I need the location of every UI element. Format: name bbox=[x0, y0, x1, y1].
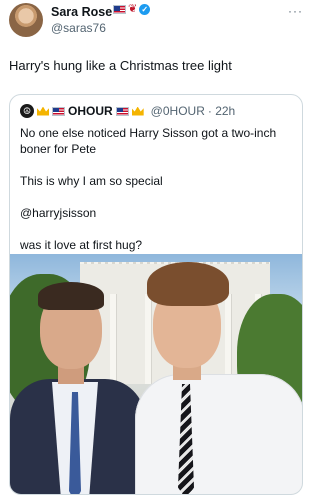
person-left-hair bbox=[38, 282, 104, 310]
quoted-mention-link[interactable]: @harryjsisson bbox=[20, 205, 276, 221]
rose-icon: ❦ bbox=[128, 3, 138, 15]
quoted-line: boner for Pete bbox=[20, 142, 97, 156]
quoted-author-name[interactable]: OHOUR bbox=[68, 104, 113, 118]
author-handle[interactable]: @saras76 bbox=[51, 21, 106, 35]
column bbox=[110, 294, 116, 384]
tweet-card[interactable]: Sara Rose ❦ ✓ @saras76 ··· Harry's hung … bbox=[0, 0, 313, 500]
author-avatar[interactable] bbox=[9, 3, 43, 37]
quoted-tweet[interactable]: ☮ OHOUR @0HOUR · 22h No one else noticed… bbox=[9, 94, 303, 495]
person-right-hair bbox=[147, 262, 229, 306]
person-right-shirt bbox=[135, 374, 302, 494]
quoted-photo[interactable] bbox=[10, 254, 302, 494]
quoted-tweet-header: ☮ OHOUR @0HOUR · 22h bbox=[20, 104, 235, 118]
us-flag-icon bbox=[115, 106, 129, 116]
tweet-text: Harry's hung like a Christmas tree light bbox=[9, 58, 232, 73]
quoted-line: was it love at first hug? bbox=[20, 238, 143, 252]
us-flag-icon bbox=[52, 106, 65, 116]
author-badges: ❦ ✓ bbox=[113, 3, 151, 15]
quoted-tweet-text: No one else noticed Harry Sisson got a t… bbox=[20, 125, 276, 253]
column bbox=[145, 294, 151, 384]
verified-badge-icon[interactable]: ✓ bbox=[139, 4, 151, 15]
quoted-line: No one else noticed Harry Sisson got a t… bbox=[20, 126, 277, 140]
column bbox=[225, 294, 231, 384]
quoted-author-handle[interactable]: @0HOUR bbox=[151, 104, 205, 118]
quoted-avatar[interactable]: ☮ bbox=[20, 104, 34, 118]
us-flag-icon bbox=[113, 5, 126, 14]
crown-icon bbox=[37, 106, 49, 116]
quoted-line: This is why I am so special bbox=[20, 174, 163, 188]
quoted-timestamp[interactable]: · 22h bbox=[208, 104, 235, 118]
crown-icon bbox=[131, 106, 144, 116]
more-options-button[interactable]: ··· bbox=[288, 4, 303, 18]
author-name[interactable]: Sara Rose bbox=[51, 5, 112, 19]
